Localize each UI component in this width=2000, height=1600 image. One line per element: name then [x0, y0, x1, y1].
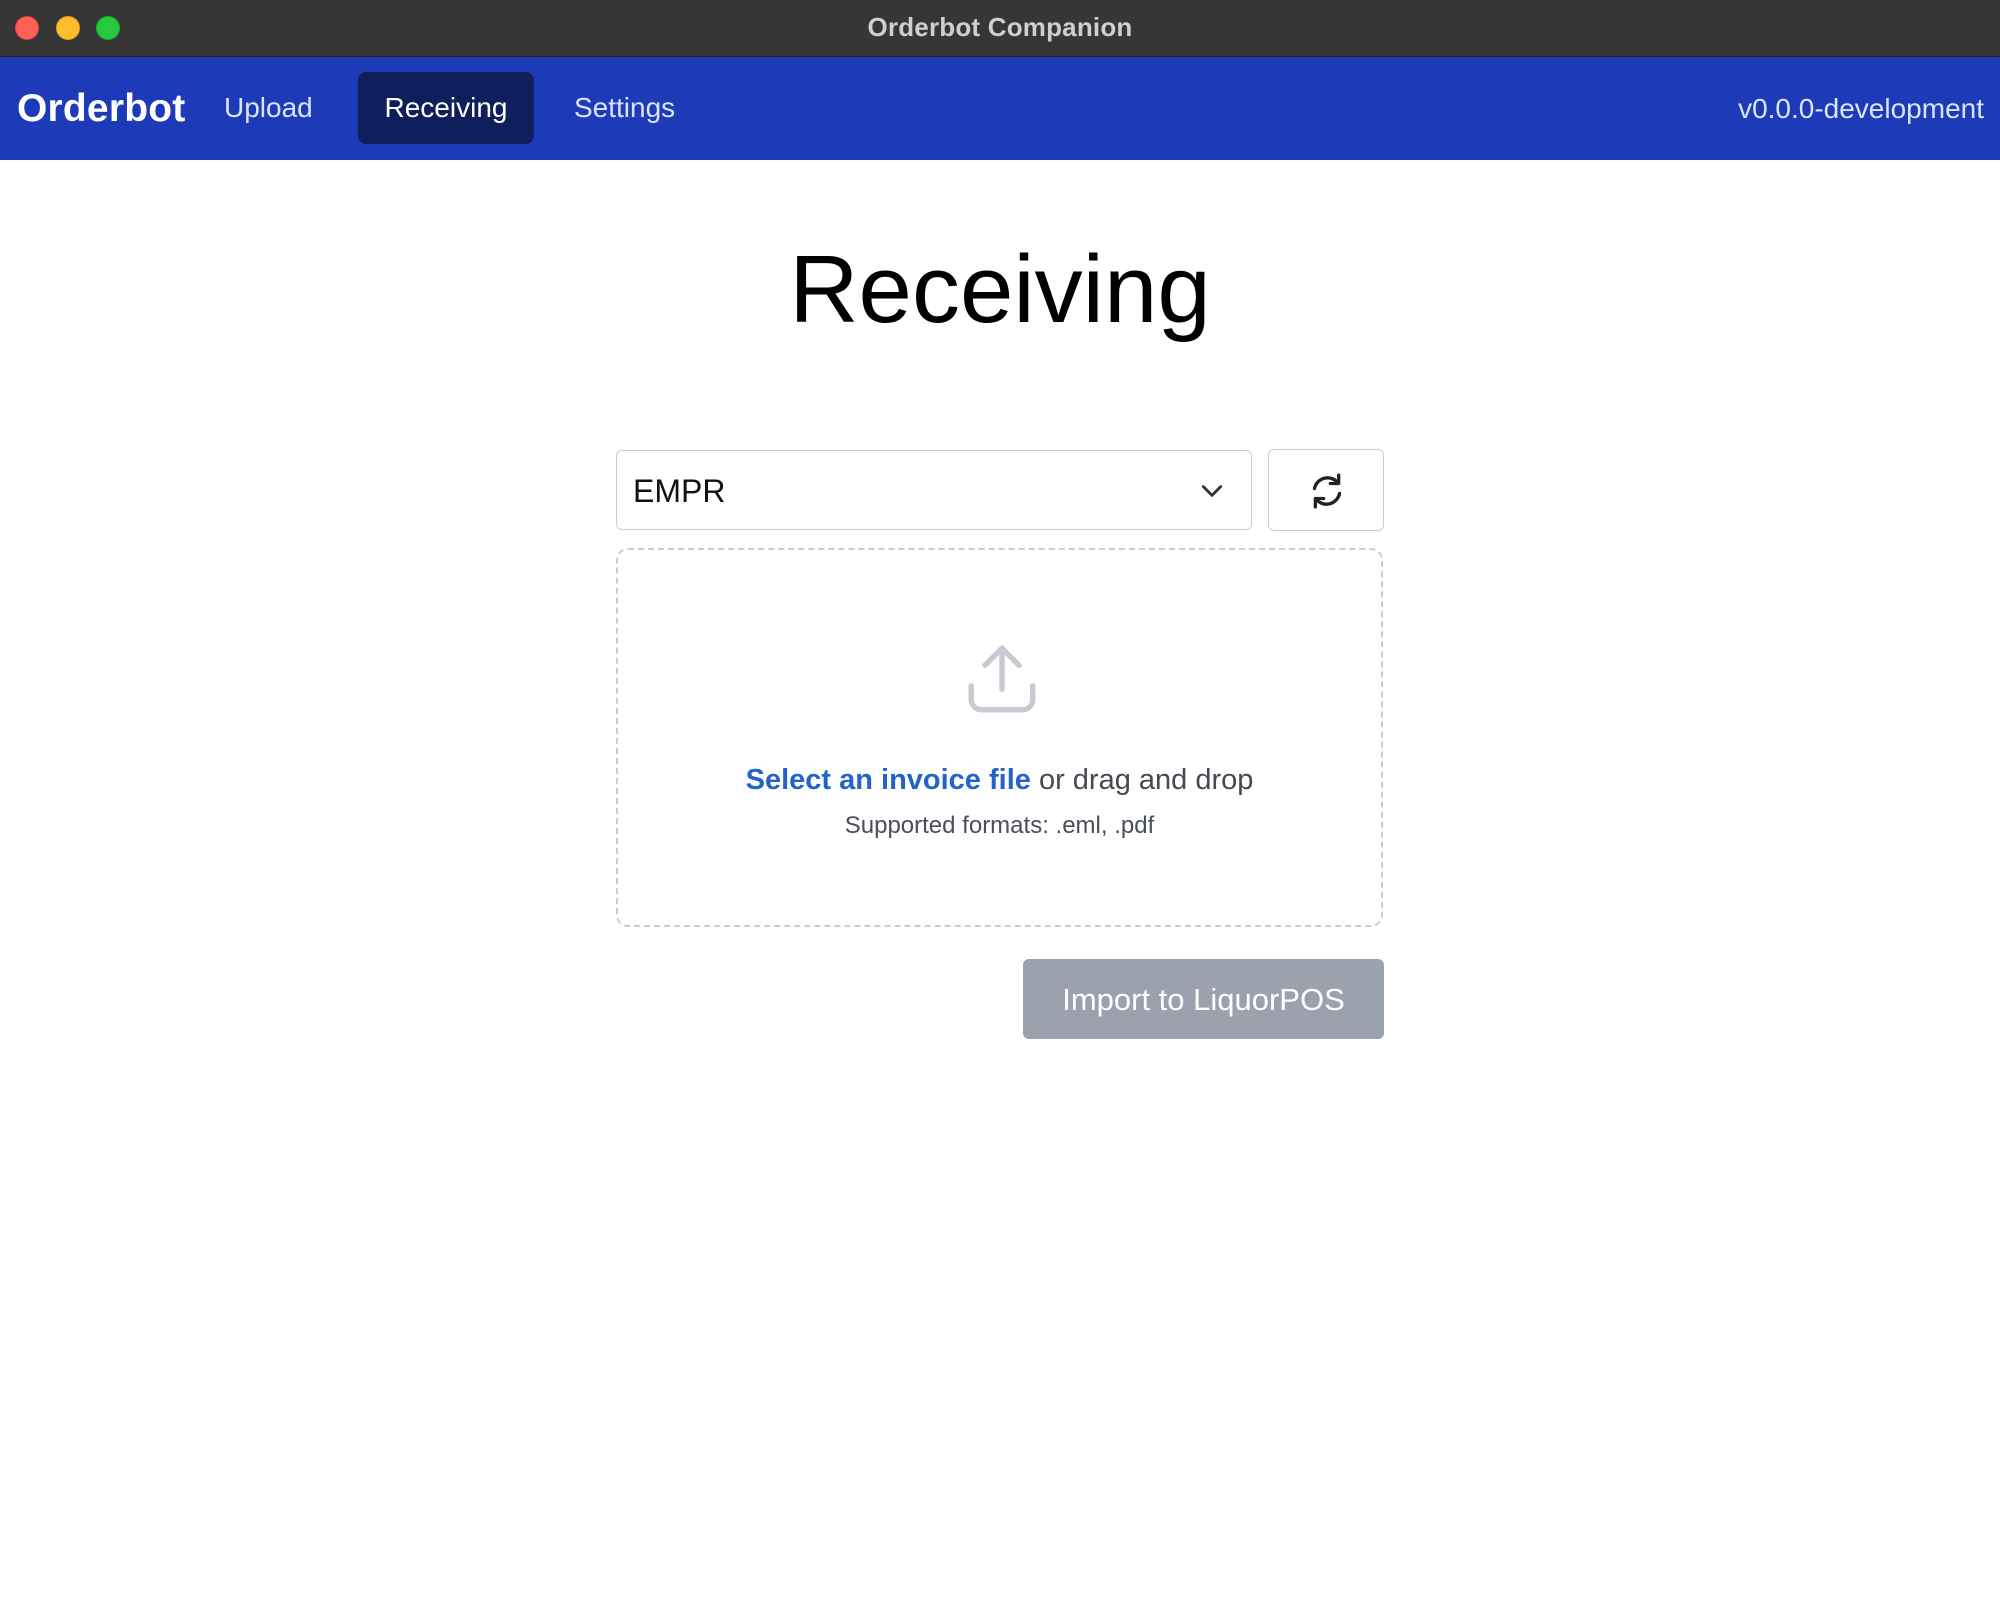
dropzone-instructions: Select an invoice file or drag and drop: [618, 764, 1381, 797]
page-title: Receiving: [789, 236, 1211, 343]
window-titlebar: Orderbot Companion: [0, 0, 2000, 57]
version-label: v0.0.0-development: [1738, 93, 1984, 124]
drag-drop-text: or drag and drop: [1030, 764, 1254, 796]
nav-settings[interactable]: Settings: [550, 72, 699, 144]
select-invoice-link[interactable]: Select an invoice file: [746, 764, 1031, 796]
brand-logo[interactable]: Orderbot: [17, 57, 185, 160]
refresh-icon: [1312, 473, 1342, 509]
refresh-button[interactable]: [1268, 449, 1384, 531]
vendor-select[interactable]: EMPR: [616, 450, 1252, 530]
supported-formats-text: Supported formats: .eml, .pdf: [844, 812, 1155, 839]
invoice-dropzone[interactable]: Select an invoice file or drag and drop …: [616, 548, 1383, 927]
app-navbar: Orderbot Upload Receiving Settings v0.0.…: [0, 57, 2000, 160]
import-to-liquorpos-button[interactable]: Import to LiquorPOS: [1023, 959, 1384, 1039]
chevron-down-icon: [1201, 485, 1223, 497]
window-title: Orderbot Companion: [867, 12, 1133, 42]
upload-icon: [968, 645, 1036, 713]
vendor-select-value: EMPR: [633, 473, 726, 509]
nav-receiving[interactable]: Receiving: [358, 72, 534, 144]
nav-upload[interactable]: Upload: [200, 72, 337, 144]
